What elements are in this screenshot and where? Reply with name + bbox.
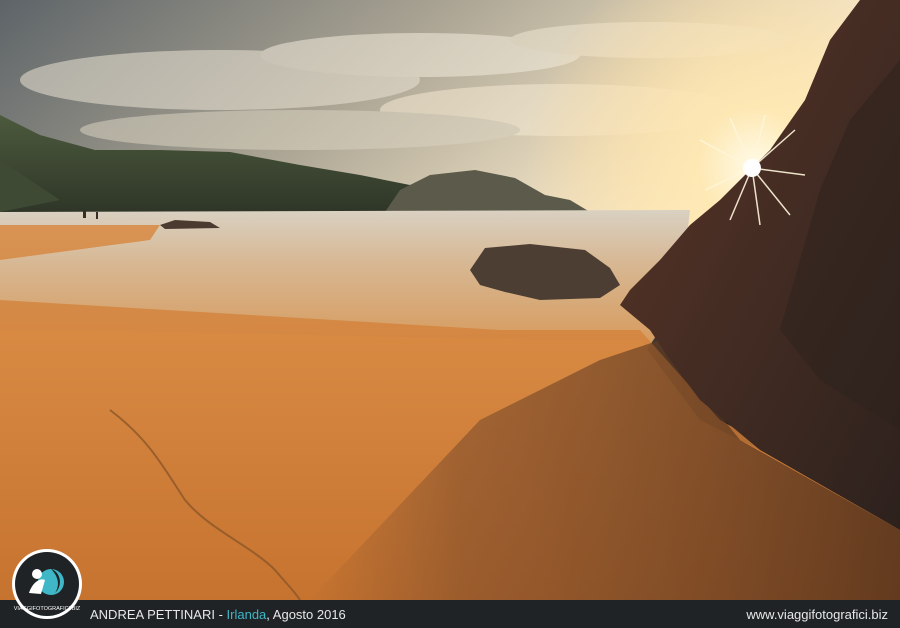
sun	[743, 159, 761, 177]
website-link[interactable]: www.viaggifotografici.biz	[746, 607, 888, 622]
photo-frame: ANDREA PETTINARI - Irlanda, Agosto 2016 …	[0, 0, 900, 628]
location-link[interactable]: Irlanda	[227, 607, 267, 622]
logo-text: VIAGGIFOTOGRAFICI.BIZ	[14, 606, 81, 612]
author-name: ANDREA PETTINARI	[90, 606, 215, 622]
photo-credit: ANDREA PETTINARI - Irlanda, Agosto 2016	[90, 607, 346, 622]
beach-sunset-photo	[0, 0, 900, 600]
photo-date: , Agosto 2016	[266, 606, 346, 622]
caption-bar: ANDREA PETTINARI - Irlanda, Agosto 2016 …	[0, 600, 900, 628]
viaggifotografici-logo[interactable]: VIAGGIFOTOGRAFICI.BIZ	[11, 548, 83, 620]
credit-separator: -	[214, 606, 227, 622]
